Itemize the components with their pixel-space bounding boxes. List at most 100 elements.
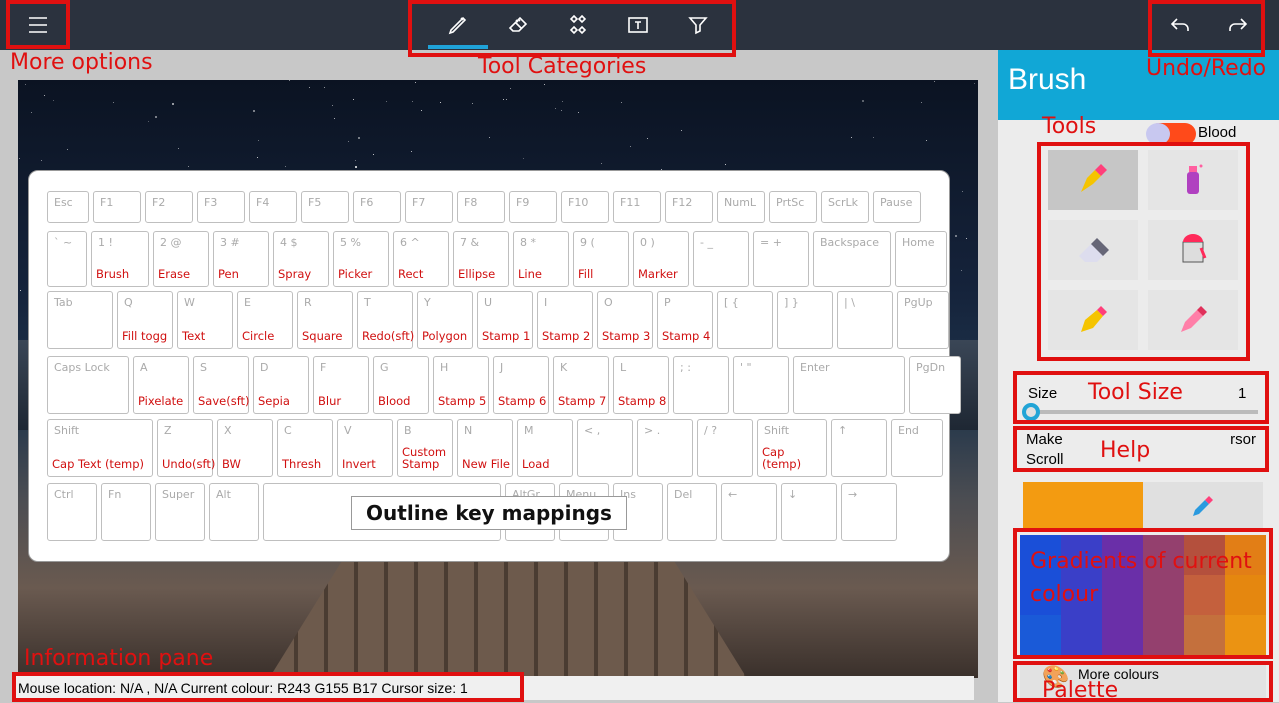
keyboard-key: End [891, 419, 943, 477]
keyboard-key-label: F6 [360, 196, 374, 209]
star [19, 158, 20, 159]
keyboard-key: T Redo(sft) [357, 291, 414, 349]
keyboard-key-label: ' " [740, 361, 752, 374]
keyboard-key: 7 & Ellipse [453, 231, 509, 287]
keyboard-key-mapping: Polygon [422, 329, 468, 343]
keyboard-key: Ctrl [47, 483, 97, 541]
keyboard-key: F11 [613, 191, 661, 223]
star [966, 238, 967, 239]
keyboard-key-mapping: Save(sft) [198, 394, 250, 408]
star [472, 103, 473, 104]
star [285, 166, 286, 167]
keyboard-key: L Stamp 8 [613, 356, 669, 414]
star [20, 290, 21, 291]
keyboard-key-mapping: Brush [96, 267, 130, 281]
star [681, 130, 682, 131]
keyboard-key-label: 1 ! [98, 236, 113, 249]
keyboard-key: Shift Cap Text (temp) [47, 419, 153, 477]
star [630, 146, 631, 147]
keyboard-key-label: 9 ( [580, 236, 595, 249]
keyboard-key-label: S [200, 361, 207, 374]
keyboard-key: Home [895, 231, 947, 287]
keyboard-key-label: Super [162, 488, 195, 501]
keyboard-key-mapping: Cap (temp) [762, 445, 802, 471]
drawing-canvas[interactable]: → ↓ ← Del Ins Menu AltGr Alt Super Fn Ctrl End ↑ Shif… [18, 80, 978, 678]
keyboard-key: = + [753, 231, 809, 287]
annotation-label-undo-redo: Undo/Redo [1146, 56, 1267, 81]
keyboard-key-label: K [560, 361, 568, 374]
keyboard-key-mapping: Stamp 4 [662, 329, 711, 343]
annotation-label-help: Help [1100, 438, 1151, 463]
keyboard-key-label: Backspace [820, 236, 879, 249]
keyboard-key-label: J [500, 361, 504, 374]
keyboard-key-label: N [464, 424, 473, 437]
star [440, 102, 441, 103]
keyboard-key: ] } [777, 291, 833, 349]
keyboard-key-label: / ? [704, 424, 718, 437]
keyboard-key-label: M [524, 424, 534, 437]
keyboard-key-label: 7 & [460, 236, 480, 249]
keyboard-key-mapping: Sepia [258, 394, 290, 408]
star [373, 154, 374, 155]
keyboard-key: - _ [693, 231, 749, 287]
keyboard-key: B Custom Stamp [397, 419, 453, 477]
keyboard-key: Tab [47, 291, 113, 349]
keyboard-key-label: F4 [256, 196, 270, 209]
keyboard-key-label: F10 [568, 196, 589, 209]
star [523, 158, 524, 159]
star [421, 110, 422, 111]
keyboard-key-label: Fn [108, 488, 122, 501]
keyboard-key-label: 0 ) [640, 236, 655, 249]
keyboard-key-label: PgDn [916, 361, 946, 374]
keyboard-key: > . [637, 419, 693, 477]
current-colour-swatch[interactable] [1023, 482, 1143, 530]
annotation-label-tool-size: Tool Size [1088, 380, 1183, 405]
keyboard-key-label: Alt [216, 488, 231, 501]
keyboard-key-label: Z [164, 424, 172, 437]
star [155, 116, 157, 118]
keyboard-key-label: | \ [844, 296, 855, 309]
keyboard-key: PrtSc [769, 191, 817, 223]
keyboard-key: 0 ) Marker [633, 231, 689, 287]
colour-picker-button[interactable] [1143, 482, 1263, 530]
star [332, 105, 333, 106]
star [258, 140, 259, 141]
keyboard-key: 3 # Pen [213, 231, 269, 287]
star [561, 110, 562, 111]
star [555, 108, 556, 109]
star [44, 95, 45, 96]
star [926, 140, 927, 141]
keyboard-key-label: C [284, 424, 292, 437]
keyboard-key-label: A [140, 361, 148, 374]
star [289, 80, 290, 81]
keyboard-key: ; : [673, 356, 729, 414]
keyboard-key-label: = + [760, 236, 782, 249]
star [961, 270, 962, 271]
keyboard-key: < , [577, 419, 633, 477]
keyboard-key: X BW [217, 419, 273, 477]
keyboard-key-label: U [484, 296, 493, 309]
keyboard-key: Alt [209, 483, 259, 541]
star [148, 121, 149, 122]
annotation-box-undo-redo [1148, 0, 1265, 57]
keyboard-key: / ? [697, 419, 753, 477]
keyboard-key: U Stamp 1 [477, 291, 533, 349]
star [355, 160, 356, 161]
keyboard-key-label: Del [674, 488, 693, 501]
keyboard-key-label: ` ~ [54, 236, 73, 249]
keyboard-key: W Text [177, 291, 233, 349]
star [348, 141, 349, 142]
star [355, 166, 357, 168]
star [725, 164, 726, 165]
star [353, 99, 354, 100]
keyboard-key-mapping: Stamp 3 [602, 329, 651, 343]
keyboard-key: PgDn [909, 356, 961, 414]
star [67, 149, 68, 150]
keyboard-key: D Sepia [253, 356, 309, 414]
keyboard-key: A Pixelate [133, 356, 189, 414]
keyboard-key-label: → [848, 488, 858, 501]
keyboard-key-label: NumL [724, 196, 757, 209]
keyboard-key-label: 2 @ [160, 236, 182, 249]
keyboard-key: I Stamp 2 [537, 291, 593, 349]
star [253, 110, 255, 112]
